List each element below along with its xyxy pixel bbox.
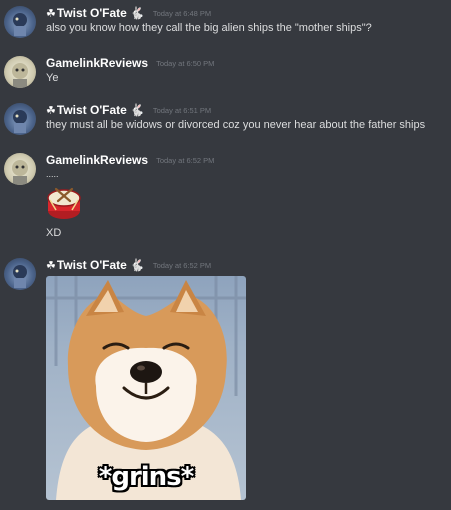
rabbit-icon: 🐇 bbox=[129, 258, 145, 272]
image-attachment[interactable]: *grins* bbox=[46, 276, 246, 500]
author-name[interactable]: Twist O'Fate bbox=[57, 258, 127, 272]
timestamp: Today at 6:48 PM bbox=[152, 8, 212, 18]
rabbit-icon: 🐇 bbox=[129, 6, 145, 20]
author-name[interactable]: Twist O'Fate bbox=[57, 103, 127, 117]
message-text: ..... bbox=[46, 169, 59, 179]
message-text: they must all be widows or divorced coz … bbox=[46, 119, 426, 131]
drum-icon bbox=[46, 186, 82, 222]
timestamp: Today at 6:50 PM bbox=[156, 58, 215, 68]
author-name[interactable]: GamelinkReviews bbox=[46, 153, 148, 167]
timestamp: Today at 6:51 PM bbox=[152, 105, 212, 115]
image-caption: *grins* bbox=[98, 462, 195, 492]
shamrock-icon: ☘ bbox=[46, 104, 56, 117]
message-text-xd: XD bbox=[46, 227, 62, 239]
message-text: Ye bbox=[46, 72, 59, 84]
avatar-gamelink[interactable] bbox=[4, 153, 36, 185]
author-name[interactable]: GamelinkReviews bbox=[46, 56, 148, 70]
shamrock-icon: ☘ bbox=[46, 259, 56, 272]
avatar-gamelink[interactable] bbox=[4, 56, 36, 88]
avatar-twist[interactable] bbox=[4, 6, 36, 38]
avatar-twist[interactable] bbox=[4, 258, 36, 290]
rabbit-icon: 🐇 bbox=[129, 103, 145, 117]
timestamp: Today at 6:52 PM bbox=[152, 260, 212, 270]
message-text: also you know how they call the big alie… bbox=[46, 22, 372, 34]
shamrock-icon: ☘ bbox=[46, 7, 56, 20]
timestamp: Today at 6:52 PM bbox=[156, 155, 215, 165]
avatar-twist[interactable] bbox=[4, 103, 36, 135]
author-name[interactable]: Twist O'Fate bbox=[57, 6, 127, 20]
